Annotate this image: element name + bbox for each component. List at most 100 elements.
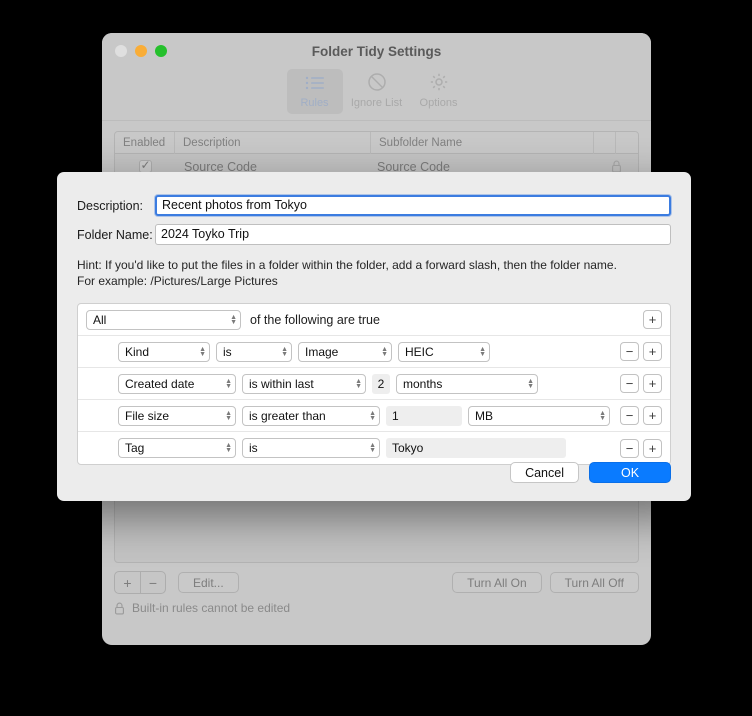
add-criterion-button[interactable]: + [643,439,662,458]
criteria-row-buttons: − + [620,406,662,425]
criteria-scope-row: All ▲▼ of the following are true + [78,304,670,336]
window-title: Folder Tidy Settings [102,44,651,59]
folder-name-input[interactable]: 2024 Toyko Trip [155,224,671,245]
add-criterion-button[interactable]: + [643,374,662,393]
turn-all-off-button[interactable]: Turn All Off [550,572,639,593]
criterion-attribute-value: Tag [125,441,144,455]
criteria-row-kind: Kind ▲▼ is ▲▼ Image ▲▼ HEIC ▲▼ − + [78,336,670,368]
column-header-spacer-2 [616,132,638,154]
edit-rule-button[interactable]: Edit... [178,572,239,593]
remove-criterion-button[interactable]: − [620,406,639,425]
ok-button[interactable]: OK [589,462,671,483]
hint-line-2: For example: /Pictures/Large Pictures [77,274,671,290]
add-remove-rule-segmented: + − [114,571,166,594]
chevron-updown-icon: ▲▼ [479,347,486,357]
criterion-attribute-value: File size [125,409,169,423]
builtin-rules-note: Built-in rules cannot be edited [114,601,639,615]
criterion-number-input[interactable]: 2 [372,374,390,394]
builtin-rules-note-text: Built-in rules cannot be edited [132,601,290,615]
toolbar-label-options: Options [420,97,458,109]
criterion-operator-value: is [223,345,232,359]
list-icon [304,72,326,94]
criterion-operator-value: is greater than [249,409,326,423]
column-header-subfolder: Subfolder Name [371,132,594,154]
rules-bottom-bar: + − Edit... Turn All On Turn All Off [114,571,639,594]
chevron-updown-icon: ▲▼ [527,379,534,389]
criterion-operator-value: is [249,441,258,455]
criteria-row-buttons: − + [620,374,662,393]
toolbar-label-rules: Rules [300,97,328,109]
window-titlebar: Folder Tidy Settings [102,33,651,69]
remove-criterion-button[interactable]: − [620,374,639,393]
hint-line-1: Hint: If you'd like to put the files in … [77,258,671,274]
toolbar-item-rules[interactable]: Rules [287,69,343,114]
criteria-row-buttons: − + [620,342,662,361]
chevron-updown-icon: ▲▼ [381,347,388,357]
criterion-operator-dropdown[interactable]: is ▲▼ [216,342,292,362]
chevron-updown-icon: ▲▼ [355,379,362,389]
turn-all-on-button[interactable]: Turn All On [452,572,542,593]
criterion-number-input[interactable]: 1 [386,406,462,426]
lock-icon [114,602,125,615]
sheet-action-buttons: Cancel OK [510,462,671,483]
prohibition-icon [366,72,388,94]
description-field-row: Description: Recent photos from Tokyo [77,195,671,216]
criteria-row-buttons: − + [620,439,662,458]
toolbar-item-ignore-list[interactable]: Ignore List [349,69,405,114]
match-scope-dropdown[interactable]: All ▲▼ [86,310,241,330]
criteria-panel: All ▲▼ of the following are true + Kind … [77,303,671,465]
criterion-unit-value: months [403,377,442,391]
chevron-updown-icon: ▲▼ [230,315,237,325]
criteria-row-created-date: Created date ▲▼ is within last ▲▼ 2 mont… [78,368,670,400]
criterion-unit-dropdown[interactable]: MB ▲▼ [468,406,610,426]
criterion-operator-dropdown[interactable]: is greater than ▲▼ [242,406,380,426]
chevron-updown-icon: ▲▼ [225,379,232,389]
chevron-updown-icon: ▲▼ [199,347,206,357]
table-header: Enabled Description Subfolder Name [115,132,638,154]
criterion-attribute-dropdown[interactable]: Created date ▲▼ [118,374,236,394]
criterion-text-input[interactable]: Tokyo [386,438,566,458]
toolbar-label-ignore-list: Ignore List [351,97,402,109]
description-label: Description: [77,199,155,213]
cancel-button[interactable]: Cancel [510,462,579,483]
add-criterion-button[interactable]: + [643,342,662,361]
column-header-enabled: Enabled [115,132,175,154]
screen: Folder Tidy Settings Rules [0,0,752,716]
add-criterion-button[interactable]: + [643,406,662,425]
add-rule-button[interactable]: + [115,572,140,593]
description-input[interactable]: Recent photos from Tokyo [155,195,671,216]
window-toolbar: Rules Ignore List [102,69,651,121]
edit-rule-sheet: Description: Recent photos from Tokyo Fo… [57,172,691,501]
criterion-attribute-dropdown[interactable]: File size ▲▼ [118,406,236,426]
criteria-row-tag: Tag ▲▼ is ▲▼ Tokyo − + [78,432,670,464]
folder-name-label: Folder Name: [77,228,155,242]
criterion-operator-dropdown[interactable]: is ▲▼ [242,438,380,458]
chevron-updown-icon: ▲▼ [369,411,376,421]
match-scope-text: of the following are true [250,313,380,327]
criterion-operator-value: is within last [249,377,314,391]
criterion-attribute-value: Created date [125,377,194,391]
folder-name-field-row: Folder Name: 2024 Toyko Trip [77,224,671,245]
criterion-unit-value: MB [475,409,493,423]
scope-row-buttons: + [643,310,662,329]
gear-icon [428,72,450,94]
criterion-subvalue-dropdown[interactable]: HEIC ▲▼ [398,342,490,362]
criterion-attribute-dropdown[interactable]: Kind ▲▼ [118,342,210,362]
match-scope-value: All [93,313,106,327]
criteria-row-file-size: File size ▲▼ is greater than ▲▼ 1 MB ▲▼ … [78,400,670,432]
remove-criterion-button[interactable]: − [620,342,639,361]
add-criterion-button[interactable]: + [643,310,662,329]
chevron-updown-icon: ▲▼ [281,347,288,357]
criterion-attribute-value: Kind [125,345,149,359]
criterion-value-text: Image [305,345,338,359]
criterion-value-dropdown[interactable]: Image ▲▼ [298,342,392,362]
criterion-operator-dropdown[interactable]: is within last ▲▼ [242,374,366,394]
remove-criterion-button[interactable]: − [620,439,639,458]
criterion-unit-dropdown[interactable]: months ▲▼ [396,374,538,394]
column-header-description: Description [175,132,371,154]
chevron-updown-icon: ▲▼ [225,411,232,421]
remove-rule-button[interactable]: − [140,572,165,593]
toolbar-item-options[interactable]: Options [411,69,467,114]
chevron-updown-icon: ▲▼ [599,411,606,421]
criterion-attribute-dropdown[interactable]: Tag ▲▼ [118,438,236,458]
